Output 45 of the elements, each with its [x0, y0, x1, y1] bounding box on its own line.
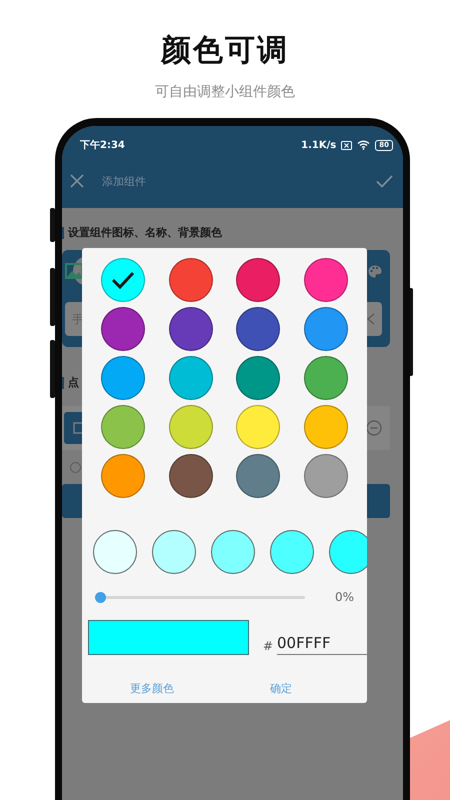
- color-swatch[interactable]: [304, 356, 348, 400]
- shade-swatch[interactable]: [93, 530, 137, 574]
- remove-icon[interactable]: [366, 420, 382, 436]
- shade-swatch[interactable]: [329, 530, 367, 574]
- color-swatch[interactable]: [304, 405, 348, 449]
- color-swatch[interactable]: [304, 454, 348, 498]
- dialog-button[interactable]: 确定: [262, 677, 300, 700]
- close-icon[interactable]: [70, 174, 84, 188]
- color-swatch[interactable]: [168, 405, 212, 449]
- sim-icon: [341, 140, 352, 150]
- color-swatch[interactable]: [304, 258, 348, 302]
- color-swatch[interactable]: [236, 258, 280, 302]
- wifi-icon: [357, 140, 370, 150]
- color-swatch[interactable]: [236, 405, 280, 449]
- color-swatch[interactable]: [101, 307, 145, 351]
- page-subtitle: 可自由调整小组件颜色: [155, 83, 295, 101]
- transparency-value: 0%: [335, 590, 354, 604]
- status-time: 下午2:34: [80, 138, 125, 152]
- clear-icon[interactable]: [366, 313, 376, 325]
- page-title: 颜色可调: [161, 32, 289, 70]
- color-swatch[interactable]: [168, 454, 212, 498]
- check-icon: [111, 271, 135, 289]
- shade-swatch[interactable]: [211, 530, 255, 574]
- radio-button[interactable]: [70, 462, 81, 472]
- color-swatch[interactable]: [236, 454, 280, 498]
- color-swatch[interactable]: [101, 258, 145, 302]
- section-title: 点: [68, 375, 79, 390]
- color-swatch[interactable]: [236, 307, 280, 351]
- shade-swatch[interactable]: [152, 530, 196, 574]
- color-swatch[interactable]: [168, 307, 212, 351]
- dialog-button[interactable]: 更多颜色: [122, 677, 182, 700]
- color-swatch[interactable]: [101, 356, 145, 400]
- color-swatch[interactable]: [168, 258, 212, 302]
- section-title: 设置组件图标、名称、背景颜色: [68, 225, 222, 240]
- color-swatch[interactable]: [168, 356, 212, 400]
- confirm-check-icon[interactable]: [376, 174, 393, 188]
- network-speed: 1.1K/s: [301, 140, 336, 150]
- color-swatch[interactable]: [101, 405, 145, 449]
- hex-prefix: #: [262, 638, 273, 655]
- shade-swatch[interactable]: [270, 530, 314, 574]
- hex-input-field[interactable]: 00FFFF: [277, 634, 367, 655]
- color-swatch[interactable]: [304, 307, 348, 351]
- color-swatch[interactable]: [236, 356, 280, 400]
- color-swatch[interactable]: [101, 454, 145, 498]
- toolbar-title: 添加组件: [102, 174, 147, 188]
